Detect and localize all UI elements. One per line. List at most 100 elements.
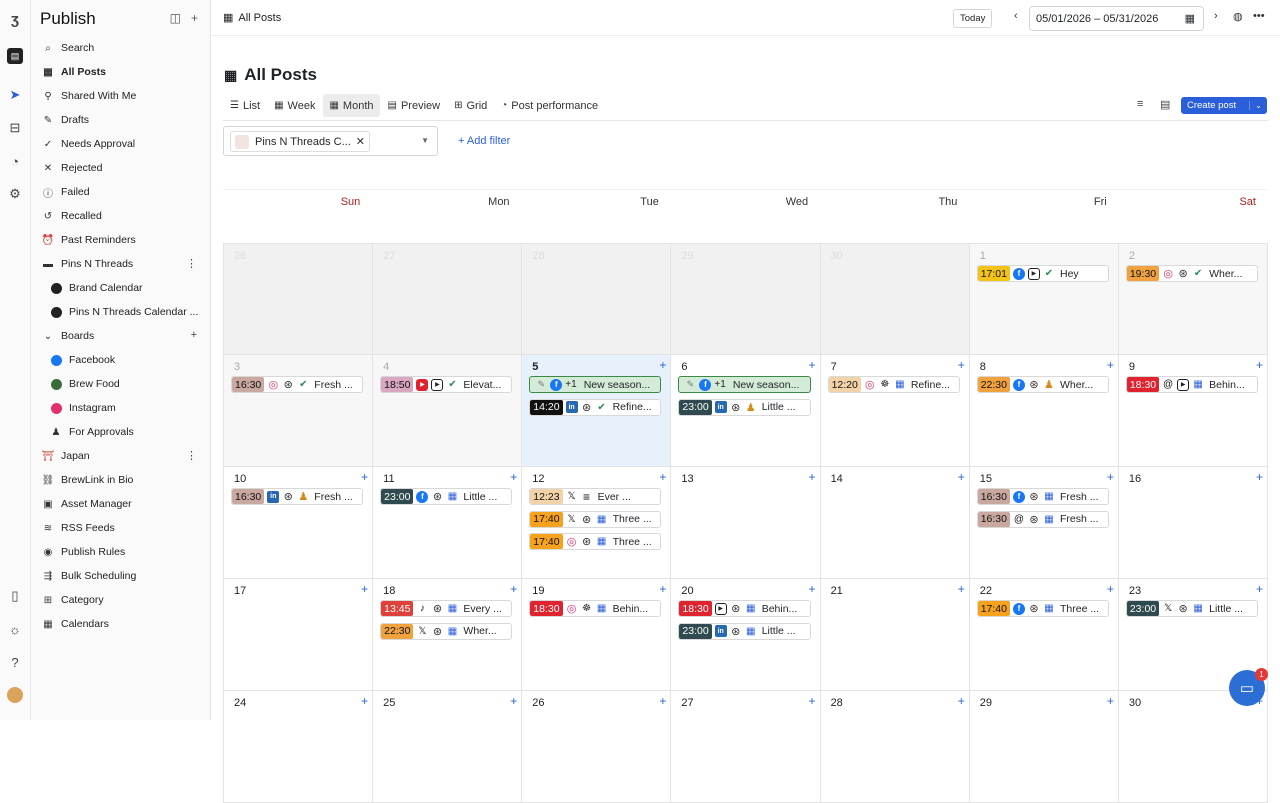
calendar-day-cell[interactable]: 29 + (969, 691, 1119, 803)
send-icon[interactable]: ➤ (7, 87, 23, 103)
sidebar-item-calendars[interactable]: ▦ Calendars (31, 612, 211, 636)
calendar-day-cell[interactable]: 16 + (1118, 467, 1268, 579)
calendar-day-cell[interactable]: 4 18:50 ▶ ▶ ✔ Elevat... (373, 355, 523, 467)
calendar-day-cell[interactable]: 8 +22:30 f ⊛ ♟ Wher... (969, 355, 1119, 467)
add-post-plus-icon[interactable]: + (361, 694, 368, 708)
calendar-post[interactable]: 13:45 ♪ ⊛ ▦ Every ... (380, 600, 513, 617)
add-post-plus-icon[interactable]: + (659, 358, 666, 372)
calendar-day-cell[interactable]: 5 + ✎ f +1 New season... 14:20 in ⊛ ✔ Refine... (522, 355, 672, 467)
add-post-plus-icon[interactable]: + (809, 358, 816, 372)
sidebar-item-publish-rules[interactable]: ◉ Publish Rules (31, 540, 211, 564)
calendar-day-cell[interactable]: 14 + (820, 467, 970, 579)
calendar-post[interactable]: 16:30 ◎ ⊛ ✔ Fresh ... (231, 376, 364, 393)
settings-gear-icon[interactable]: ⚙ (7, 186, 23, 202)
calendar-post[interactable]: 16:30 @ ⊛ ▦ Fresh ... (976, 510, 1109, 528)
sidebar-item-brewlink-in-bio[interactable]: ⛓ BrewLink in Bio (31, 468, 211, 492)
calendar-post[interactable]: 18:30 @ ▶ ▦ Behin... (1125, 376, 1258, 393)
add-post-plus-icon[interactable]: + (510, 582, 517, 596)
add-icon[interactable]: + (191, 11, 198, 25)
close-icon[interactable]: ✕ (356, 135, 365, 148)
calendar-post[interactable]: ✎ f +1 New season... (529, 376, 662, 393)
sidebar-item-all-posts[interactable]: ▦ All Posts (31, 60, 211, 84)
sidebar-item-japan[interactable]: ⛩ Japan ⋮ (31, 444, 211, 468)
sidebar-item-pins-n-threads[interactable]: ▬ Pins N Threads ⋮ (31, 252, 211, 276)
sidebar-item-recalled[interactable]: ↺ Recalled (31, 204, 211, 228)
calendar-day-cell[interactable]: 11 +23:00 f ⊛ ▦ Little ... (373, 467, 523, 579)
calendar-post[interactable]: 18:30 ▶ ⊛ ▦ Behin... (678, 600, 811, 617)
add-post-plus-icon[interactable]: + (958, 358, 965, 372)
export-icon[interactable]: ▤ (1160, 98, 1170, 111)
calendar-day-cell[interactable]: 20 +18:30 ▶ ⊛ ▦ Behin... 23:00 in ⊛ ▦ Little ... (671, 579, 821, 691)
sidebar-item-category[interactable]: ⊞ Category (31, 588, 211, 612)
calendar-day-cell[interactable]: 28 (522, 243, 672, 355)
calendar-day-cell[interactable]: 28 + (820, 691, 970, 803)
sidebar-item-bulk-scheduling[interactable]: ⇶ Bulk Scheduling (31, 564, 211, 588)
calendar-day-cell[interactable]: 7 +12:20 ◎ ☸ ▦ Refine... (820, 355, 970, 467)
calendar-post[interactable]: 18:30 ◎ ☸ ▦ Behin... (529, 600, 662, 617)
collapse-sidebar-icon[interactable]: ◫ (170, 11, 181, 25)
sidebar-item-rss-feeds[interactable]: ≋ RSS Feeds (31, 516, 211, 540)
more-options-icon[interactable]: ⋮ (186, 257, 197, 270)
calendar-day-cell[interactable]: 27 (373, 243, 523, 355)
calendar-day-cell[interactable]: 30 (820, 243, 970, 355)
date-range-picker[interactable]: 05/01/2026 – 05/31/2026 ▦ (1029, 6, 1204, 31)
calendar-post[interactable]: 17:40 ◎ ⊛ ▦ Three ... (529, 533, 662, 550)
calendar-post[interactable]: 14:20 in ⊛ ✔ Refine... (529, 398, 662, 416)
add-post-plus-icon[interactable]: + (1107, 582, 1114, 596)
calendar-day-cell[interactable]: 2 19:30 ◎ ⊛ ✔ Wher... (1118, 243, 1268, 355)
prev-month-chevron-icon[interactable]: ‹ (1014, 10, 1018, 22)
sidebar-item-rejected[interactable]: ✕ Rejected (31, 156, 211, 180)
calendar-day-cell[interactable]: 30 + (1118, 691, 1268, 803)
sidebar-item-needs-approval[interactable]: ✓ Needs Approval (31, 132, 211, 156)
tab-post-performance[interactable]: ◔ Post performance (495, 94, 604, 117)
tab-grid[interactable]: ⊞ Grid (448, 94, 493, 117)
more-options-icon[interactable]: ⋮ (186, 449, 197, 462)
analytics-icon[interactable]: ◔ (7, 153, 23, 169)
sidebar-item-past-reminders[interactable]: ⏰ Past Reminders (31, 228, 211, 252)
calendar-post[interactable]: 16:30 f ⊛ ▦ Fresh ... (976, 488, 1109, 505)
tab-week[interactable]: ▦ Week (268, 94, 321, 117)
calendar-post[interactable]: 17:01 f ▶ ✔ Hey (976, 265, 1109, 282)
sidebar-item-pins-n-threads-calendar[interactable]: Pins N Threads Calendar ... (31, 300, 211, 324)
sidebar-item-asset-manager[interactable]: ▣ Asset Manager (31, 492, 211, 516)
add-post-plus-icon[interactable]: + (510, 470, 517, 484)
calendar-post[interactable]: ✎ f +1 New season... (678, 376, 811, 393)
more-icon[interactable]: ••• (1253, 10, 1265, 22)
calendar-day-cell[interactable]: 25 + (373, 691, 523, 803)
calendar-post[interactable]: 23:00 in ⊛ ▦ Little ... (678, 622, 811, 640)
sidebar-item-facebook[interactable]: Facebook (31, 348, 211, 372)
calendar-post[interactable]: 18:50 ▶ ▶ ✔ Elevat... (380, 376, 513, 393)
sidebar-item-failed[interactable]: ⓘ Failed (31, 180, 211, 204)
calendar-day-cell[interactable]: 18 +13:45 ♪ ⊛ ▦ Every ... 22:30 𝕏 ⊛ ▦ Wher... (373, 579, 523, 691)
add-post-plus-icon[interactable]: + (1107, 694, 1114, 708)
calendar-day-cell[interactable]: 22 +17:40 f ⊛ ▦ Three ... (969, 579, 1119, 691)
sidebar-item-brand-calendar[interactable]: Brand Calendar (31, 276, 211, 300)
calendar-post[interactable]: 17:40 𝕏 ⊛ ▦ Three ... (529, 510, 662, 528)
add-post-plus-icon[interactable]: + (1107, 470, 1114, 484)
calendar-post[interactable]: 16:30 in ⊛ ♟ Fresh ... (231, 488, 364, 505)
tab-list[interactable]: ☰ List (224, 94, 266, 117)
calendar-post[interactable]: 12:23 𝕏 ≡ Ever ... (529, 488, 662, 505)
help-circle-icon[interactable]: ? (7, 654, 23, 670)
calendar-day-cell[interactable]: 26 + (522, 691, 672, 803)
add-post-plus-icon[interactable]: + (659, 582, 666, 596)
calendar-day-cell[interactable]: 1 17:01 f ▶ ✔ Hey (969, 243, 1119, 355)
add-post-plus-icon[interactable]: + (809, 694, 816, 708)
calendar-day-cell[interactable]: 15 +16:30 f ⊛ ▦ Fresh ... 16:30 @ ⊛ ▦ Fresh ... (969, 467, 1119, 579)
sidebar-item-brew-food[interactable]: Brew Food (31, 372, 211, 396)
sidebar-item-shared-with-me[interactable]: ⚲ Shared With Me (31, 84, 211, 108)
calendar-day-cell[interactable]: 26 (223, 243, 374, 355)
theme-sun-icon[interactable]: ☼ (7, 621, 23, 637)
sidebar-item-for-approvals[interactable]: ♟ For Approvals (31, 420, 211, 444)
sidebar-item-instagram[interactable]: Instagram (31, 396, 211, 420)
calendar-day-cell[interactable]: 27 + (671, 691, 821, 803)
calendar-day-cell[interactable]: 10 +16:30 in ⊛ ♟ Fresh ... (223, 467, 374, 579)
chat-support-button[interactable]: ▭ 1 (1229, 668, 1268, 706)
calendar-day-cell[interactable]: 13 + (671, 467, 821, 579)
calendar-day-cell[interactable]: 17 + (223, 579, 374, 691)
add-post-plus-icon[interactable]: + (1256, 582, 1263, 596)
calendar-post[interactable]: 19:30 ◎ ⊛ ✔ Wher... (1125, 265, 1258, 282)
calendar-day-cell[interactable]: 9 +18:30 @ ▶ ▦ Behin... (1118, 355, 1268, 467)
sidebar-item-drafts[interactable]: ✎ Drafts (31, 108, 211, 132)
calendar-day-cell[interactable]: 24 + (223, 691, 374, 803)
